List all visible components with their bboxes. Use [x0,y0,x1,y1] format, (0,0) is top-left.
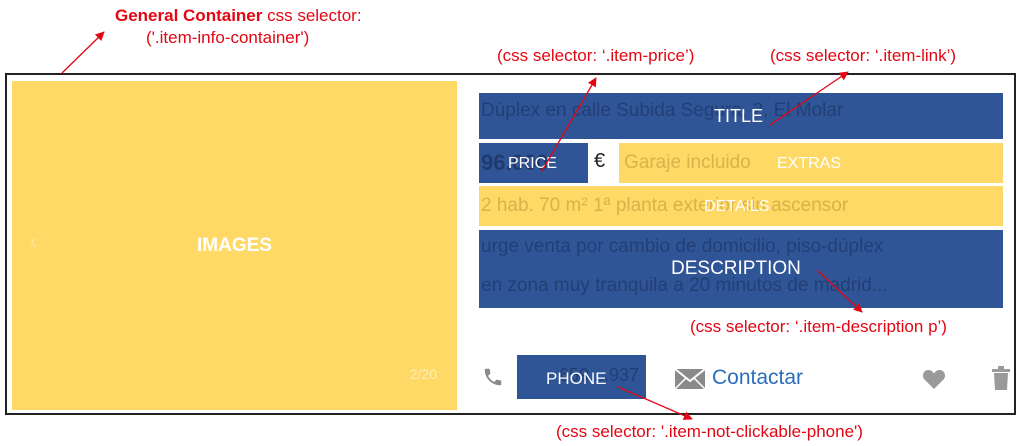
listing-description-line-1: urge venta por cambio de domicilio, piso… [481,236,884,257]
images-region[interactable]: ‹ IMAGES 2/20 [12,81,457,410]
extras-label: EXTRAS [777,155,842,172]
container-annotation-heading: General Container css selector: [115,6,362,26]
container-annotation-bold: General Container [115,6,263,25]
price-region: 96.000 PRICE [479,143,588,183]
contact-link[interactable]: Contactar [712,366,803,390]
container-annotation-selector: ('.item-info-container') [146,28,310,47]
currency-symbol: € [594,150,606,172]
listing-details-overlay-text: 2 hab. 70 m² 1ª planta exterior sin asce… [481,195,849,216]
price-label: PRICE [508,155,557,172]
phone-icon [482,366,504,388]
container-arrow [61,31,105,74]
title-region[interactable]: Dúplex en calle Subida Segura, 2, El Mol… [479,93,1003,139]
container-annotation-rest: css selector: [262,6,362,25]
phone-region: 659 ...937 PHONE [517,355,646,399]
listing-extras-overlay-text: Garaje incluido [624,152,751,173]
details-region: 2 hab. 70 m² 1ª planta exterior sin asce… [479,186,1003,226]
extras-region: Garaje incluido EXTRAS [619,143,1003,183]
description-annotation: (css selector: ‘.item-description p’) [690,317,947,336]
link-annotation: (css selector: ‘.item-link’) [770,46,957,65]
images-label: IMAGES [197,235,272,256]
image-counter: 2/20 [409,366,437,382]
mail-icon[interactable] [674,368,706,390]
listing-title-overlay-text: Dúplex en calle Subida Segura, 2, El Mol… [481,100,844,121]
details-label: DETAILS [704,198,770,215]
phone-annotation: (css selector: '.item-not-clickable-phon… [556,422,863,441]
price-annotation: (css selector: ‘.item-price’) [497,46,695,65]
phone-label: PHONE [546,369,607,388]
description-label: DESCRIPTION [671,258,801,279]
description-region: urge venta por cambio de domicilio, piso… [479,230,1003,308]
title-label: TITLE [714,106,764,126]
trash-icon[interactable] [992,366,1010,390]
heart-icon[interactable] [922,368,946,390]
